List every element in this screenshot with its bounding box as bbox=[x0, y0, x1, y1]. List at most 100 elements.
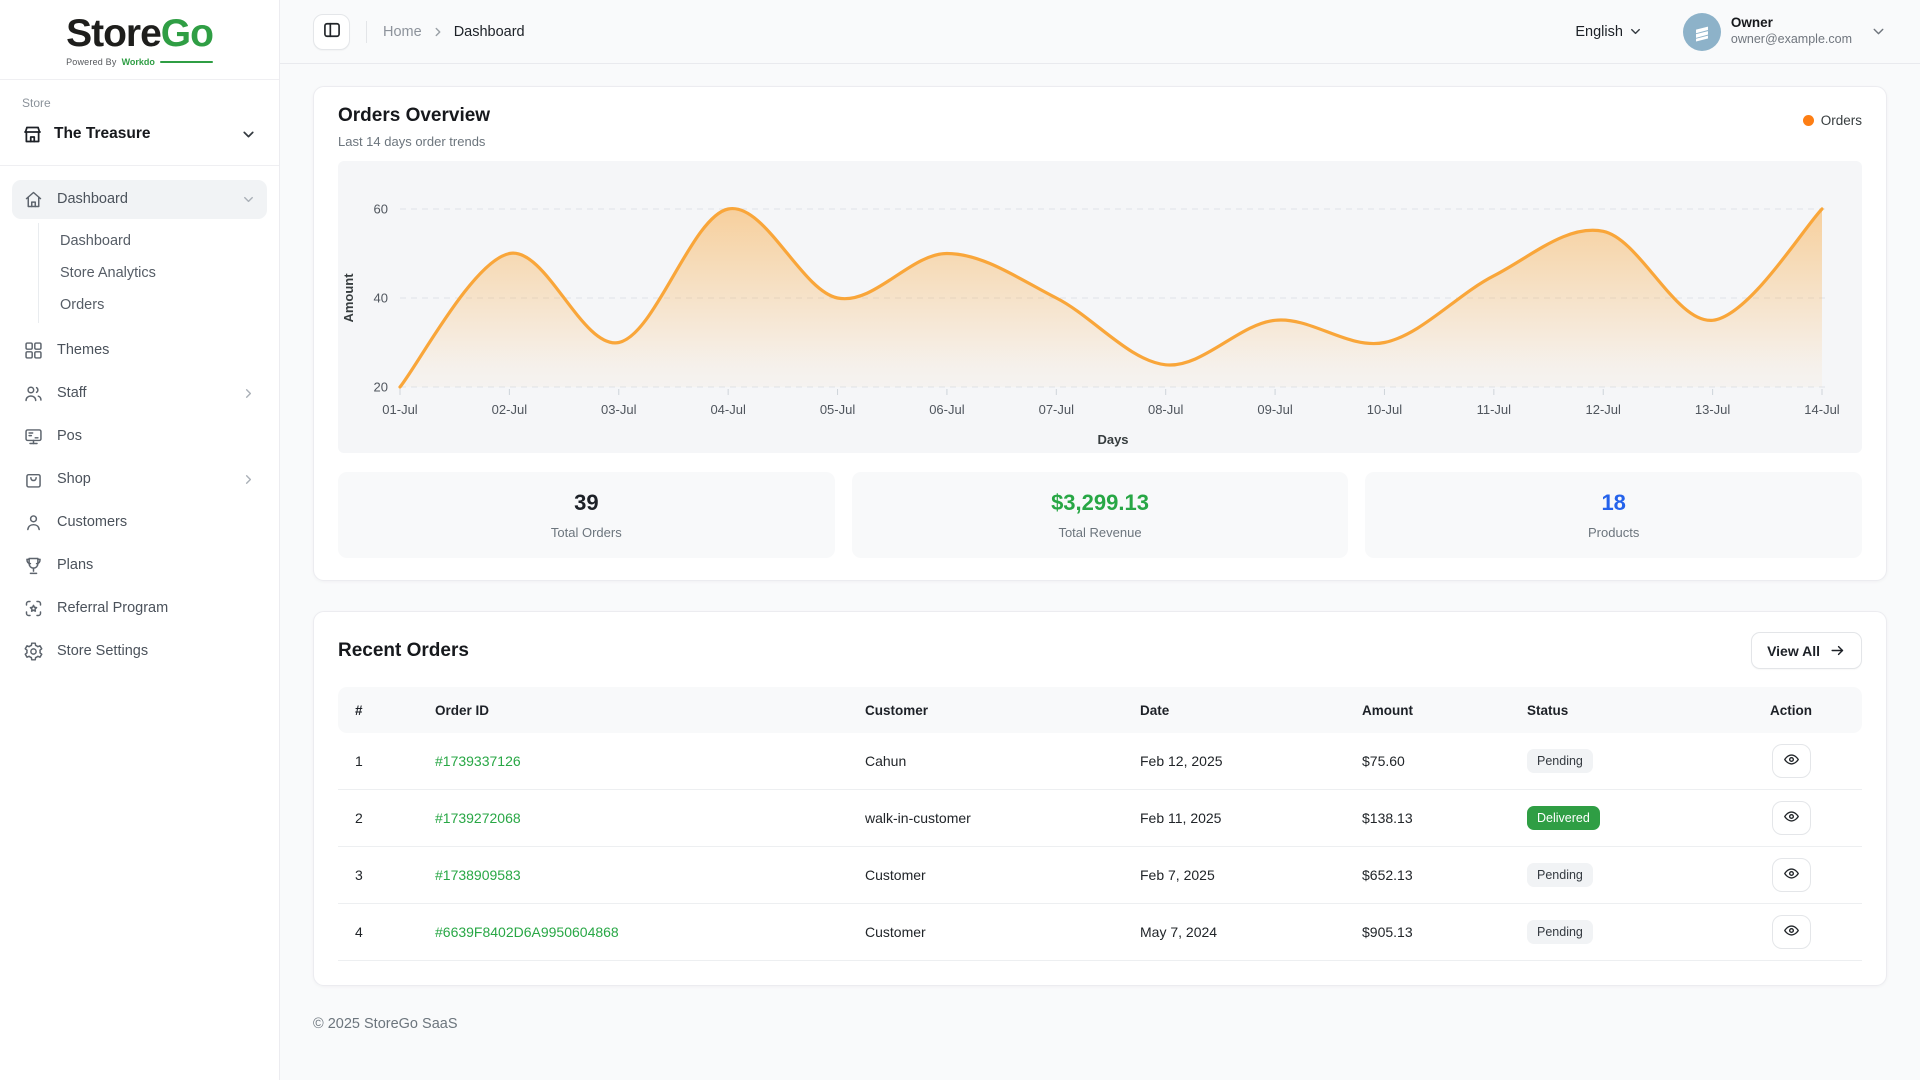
stat-label: Total Orders bbox=[551, 525, 622, 540]
view-order-button[interactable] bbox=[1772, 744, 1811, 778]
arrow-right-icon bbox=[1829, 642, 1846, 659]
avatar bbox=[1683, 13, 1721, 51]
sidebar-subitem-dashboard[interactable]: Dashboard bbox=[39, 225, 267, 257]
date-cell: Feb 7, 2025 bbox=[1123, 867, 1345, 883]
amount-cell: $75.60 bbox=[1345, 753, 1510, 769]
order-id-link[interactable]: #6639F8402D6A9950604868 bbox=[435, 924, 619, 940]
table-row: 4 #6639F8402D6A9950604868 Customer May 7… bbox=[338, 904, 1862, 961]
sidebar-subitem-orders[interactable]: Orders bbox=[39, 289, 267, 321]
sidebar-item-store-settings[interactable]: Store Settings bbox=[12, 632, 267, 671]
store-section: Store The Treasure bbox=[0, 80, 279, 166]
svg-text:12-Jul: 12-Jul bbox=[1586, 402, 1622, 417]
chevron-down-icon bbox=[1628, 24, 1643, 39]
top-bar: Home Dashboard English Owner owner@examp… bbox=[280, 0, 1920, 64]
column-header-date: Date bbox=[1123, 703, 1345, 718]
svg-text:10-Jul: 10-Jul bbox=[1367, 402, 1403, 417]
brand-tagline: Powered By Workdo bbox=[66, 57, 213, 67]
orders-overview-title: Orders Overview bbox=[338, 105, 490, 127]
column-header-num: # bbox=[338, 703, 418, 718]
svg-text:03-Jul: 03-Jul bbox=[601, 402, 637, 417]
view-order-button[interactable] bbox=[1772, 915, 1811, 949]
order-id-link[interactable]: #1739337126 bbox=[435, 753, 521, 769]
sidebar-nav: Dashboard DashboardStore AnalyticsOrders… bbox=[0, 166, 279, 1080]
sidebar-item-referral-program[interactable]: Referral Program bbox=[12, 589, 267, 628]
sidebar-item-dashboard[interactable]: Dashboard bbox=[12, 180, 267, 219]
table-row: 2 #1739272068 walk-in-customer Feb 11, 2… bbox=[338, 790, 1862, 847]
sidebar-item-customers[interactable]: Customers bbox=[12, 503, 267, 542]
svg-text:01-Jul: 01-Jul bbox=[382, 402, 418, 417]
table-row: 1 #1739337126 Cahun Feb 12, 2025 $75.60 … bbox=[338, 733, 1862, 790]
trophy-icon bbox=[23, 555, 44, 576]
store-selector[interactable]: The Treasure bbox=[22, 124, 257, 145]
status-badge: Delivered bbox=[1527, 806, 1600, 830]
user-name: Owner bbox=[1731, 15, 1852, 32]
eye-icon bbox=[1783, 865, 1800, 885]
sidebar-item-staff[interactable]: Staff bbox=[12, 374, 267, 413]
view-order-button[interactable] bbox=[1772, 858, 1811, 892]
user-menu[interactable]: Owner owner@example.com bbox=[1683, 13, 1887, 51]
grid-icon bbox=[23, 340, 44, 361]
orders-area-chart: 20406001-Jul02-Jul03-Jul04-Jul05-Jul06-J… bbox=[338, 161, 1862, 453]
eye-icon bbox=[1783, 922, 1800, 942]
customer-cell: Cahun bbox=[848, 753, 1123, 769]
sidebar-item-pos[interactable]: Pos bbox=[12, 417, 267, 456]
brand-logo[interactable]: StoreGo Powered By Workdo bbox=[66, 14, 213, 67]
stat-value: 18 bbox=[1601, 490, 1625, 516]
legend-dot-icon bbox=[1803, 115, 1814, 126]
sidebar-subitem-store-analytics[interactable]: Store Analytics bbox=[39, 257, 267, 289]
tagline-underline bbox=[160, 61, 213, 63]
order-id-link[interactable]: #1738909583 bbox=[435, 867, 521, 883]
store-section-label: Store bbox=[22, 96, 257, 110]
main-area: Home Dashboard English Owner owner@examp… bbox=[280, 0, 1920, 1080]
sidebar-toggle-button[interactable] bbox=[313, 14, 350, 50]
customer-cell: Customer bbox=[848, 867, 1123, 883]
recent-orders-title: Recent Orders bbox=[338, 640, 469, 662]
chevron-right-icon bbox=[431, 25, 445, 39]
bag-icon bbox=[23, 469, 44, 490]
sidebar: StoreGo Powered By Workdo Store The Trea… bbox=[0, 0, 280, 1080]
view-all-button[interactable]: View All bbox=[1751, 632, 1862, 669]
language-selector[interactable]: English bbox=[1575, 24, 1643, 40]
stat-card-total-revenue: $3,299.13 Total Revenue bbox=[852, 472, 1349, 558]
svg-text:14-Jul: 14-Jul bbox=[1804, 402, 1840, 417]
header-divider bbox=[366, 21, 367, 43]
order-id-link[interactable]: #1739272068 bbox=[435, 810, 521, 826]
svg-text:60: 60 bbox=[374, 202, 388, 217]
customer-cell: walk-in-customer bbox=[848, 810, 1123, 826]
row-index: 2 bbox=[338, 810, 418, 826]
orders-overview-card: Orders Overview Last 14 days order trend… bbox=[313, 86, 1887, 581]
topbar-right: English Owner owner@example.com bbox=[1575, 13, 1887, 51]
status-badge: Pending bbox=[1527, 749, 1593, 773]
recent-orders-card: Recent Orders View All #Order ID Customer… bbox=[313, 611, 1887, 986]
user-email: owner@example.com bbox=[1731, 32, 1852, 48]
stat-card-total-orders: 39 Total Orders bbox=[338, 472, 835, 558]
status-badge: Pending bbox=[1527, 920, 1593, 944]
breadcrumb-home-link[interactable]: Home bbox=[383, 24, 422, 40]
orders-table-body: 1 #1739337126 Cahun Feb 12, 2025 $75.60 … bbox=[338, 733, 1862, 961]
home-icon bbox=[23, 189, 44, 210]
status-badge: Pending bbox=[1527, 863, 1593, 887]
sidebar-subnav: DashboardStore AnalyticsOrders bbox=[38, 223, 267, 323]
storefront-icon bbox=[22, 124, 43, 145]
stat-label: Total Revenue bbox=[1058, 525, 1141, 540]
row-index: 4 bbox=[338, 924, 418, 940]
svg-text:Days: Days bbox=[1097, 432, 1128, 447]
svg-text:05-Jul: 05-Jul bbox=[820, 402, 856, 417]
footer: © 2025 StoreGo SaaS bbox=[313, 986, 1887, 1032]
chart-legend-orders[interactable]: Orders bbox=[1803, 113, 1862, 128]
svg-text:07-Jul: 07-Jul bbox=[1039, 402, 1075, 417]
chevron-down-icon bbox=[241, 192, 256, 207]
chevron-right-icon bbox=[241, 472, 256, 487]
sidebar-item-shop[interactable]: Shop bbox=[12, 460, 267, 499]
view-order-button[interactable] bbox=[1772, 801, 1811, 835]
language-label: English bbox=[1575, 24, 1623, 40]
breadcrumb: Home Dashboard bbox=[383, 24, 525, 40]
amount-cell: $652.13 bbox=[1345, 867, 1510, 883]
panel-icon bbox=[322, 20, 342, 43]
sidebar-item-themes[interactable]: Themes bbox=[12, 331, 267, 370]
svg-text:08-Jul: 08-Jul bbox=[1148, 402, 1184, 417]
column-header-order-id: Order ID bbox=[418, 703, 848, 718]
stat-value: $3,299.13 bbox=[1051, 490, 1149, 516]
sidebar-item-plans[interactable]: Plans bbox=[12, 546, 267, 585]
svg-text:40: 40 bbox=[374, 291, 388, 306]
